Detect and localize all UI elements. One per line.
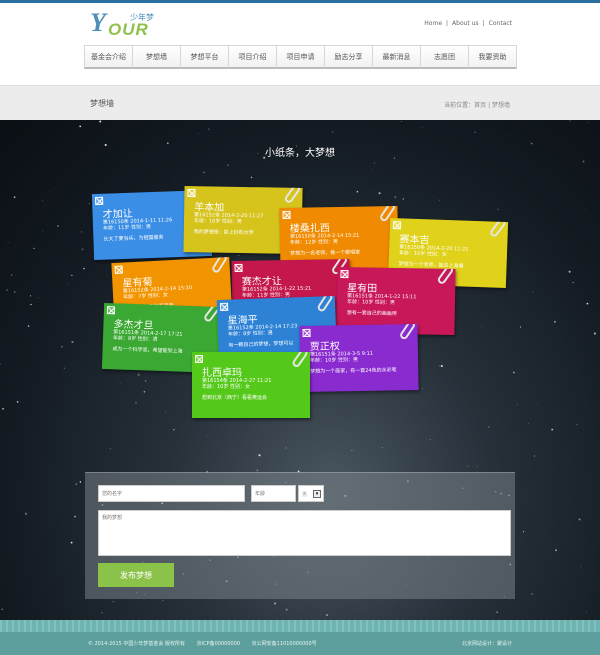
note-meta: 第16150条 2014-2-14 15:21 年龄：12岁 性别：男 — [290, 233, 360, 246]
note-meta: 第16151条 2014-2-17 17:21 年龄：8岁 性别：男 — [113, 329, 183, 343]
page-title: 梦想墙 — [90, 99, 114, 108]
logo-letter: Y — [90, 8, 106, 37]
link-sep: | — [482, 20, 485, 27]
nav-apply[interactable]: 项目申请 — [276, 45, 325, 69]
nav-inspiration[interactable]: 励志分享 — [324, 45, 373, 69]
note-wish: 长大了要当兵，为祖国服务 — [103, 234, 164, 243]
nav-volunteers[interactable]: 志愿团 — [420, 45, 469, 69]
image-placeholder-icon — [282, 210, 291, 219]
paperclip-icon — [290, 352, 310, 369]
note-wish: 我的梦想是：能上好的大学 — [193, 229, 254, 237]
nav-donate[interactable]: 我要资助 — [468, 45, 517, 69]
nav-projects[interactable]: 项目介绍 — [228, 45, 277, 69]
page: Y OUR 少年梦 Home | About us | Contact 基金会介绍 梦想… — [0, 0, 600, 655]
image-placeholder-icon — [302, 328, 311, 337]
note-meta: 第16150条 2014-2-20 11:21 年龄：10岁 性别：女 — [399, 244, 469, 258]
note-wish: 想到北京（西宁）看看奥运会 — [202, 395, 268, 401]
dream-form: 男 ▾ 发布梦想 — [85, 472, 515, 599]
note-wish: 梦想为一名老师，做一个歌唱家 — [290, 249, 361, 257]
note-age-gender: 年龄：7岁 性别：女 — [123, 292, 169, 301]
note-meta: 第16154条 2014-2-27 11:21 年龄：10岁 性别：女 — [202, 378, 271, 390]
name-input[interactable] — [98, 485, 245, 502]
note-wish: 有一颗自己的梦想，梦想可以 — [228, 340, 294, 349]
link-home[interactable]: Home — [424, 20, 442, 27]
note-age-gender: 年龄：10岁 性别：男 — [346, 299, 395, 306]
note-age-gender: 年龄：8岁 性别：男 — [227, 330, 273, 338]
note-age-gender: 年龄：8岁 性别：男 — [112, 335, 158, 343]
note-meta: 第16150条 2014-1-11 11:26 年龄：11岁 性别：男 — [103, 217, 173, 231]
image-placeholder-icon — [340, 270, 349, 279]
chevron-down-icon[interactable]: ▾ — [313, 490, 321, 498]
note-meta: 第16152条 2014-2-14 17:23 年龄：8岁 性别：男 — [228, 323, 298, 337]
note-age-gender: 年龄：12岁 性别：男 — [289, 239, 339, 246]
note-name: 扎西卓玛 — [202, 368, 242, 379]
image-placeholder-icon — [195, 355, 203, 363]
logo-cn: 少年梦 — [130, 13, 154, 22]
title-band: 梦想墙 当前位置：首页 | 梦想墙 — [0, 85, 600, 125]
paperclip-icon — [316, 295, 334, 313]
note-age-gender: 年龄：10岁 性别：男 — [309, 357, 359, 364]
main-nav: 基金会介绍 梦想墙 梦想平台 项目介绍 项目申请 励志分享 最新消息 志愿团 我… — [84, 45, 517, 69]
logo[interactable]: Y OUR 少年梦 — [90, 8, 160, 42]
note-meta: 第16151条 2014-1-22 15:11 年龄：10岁 性别：男 — [347, 293, 417, 306]
police-record: 京公网安备11010000000号 — [251, 641, 317, 647]
note-age-gender: 年龄：10岁 性别：男 — [193, 218, 242, 225]
nav-news[interactable]: 最新消息 — [372, 45, 421, 69]
submit-dream-button[interactable]: 发布梦想 — [98, 563, 174, 587]
image-placeholder-icon — [114, 265, 123, 274]
dream-note[interactable]: 扎西卓玛 第16154条 2014-2-27 11:21 年龄：10岁 性别：女想到… — [192, 352, 310, 418]
link-contact[interactable]: Contact — [489, 20, 512, 27]
note-wish: 想有一套自己的画画用 — [346, 310, 397, 318]
note-wish: 成为一个科学家，希望能到上海 — [112, 346, 183, 355]
note-meta: 第16151条 2014-3-5 9:11 年龄：10岁 性别：男 — [310, 351, 373, 364]
top-accent-line — [0, 0, 600, 3]
paperclip-icon — [436, 266, 455, 286]
dream-wall: 小纸条，大梦想 才加让 第16150条 2014-1-11 11:26 年龄：11岁… — [0, 120, 600, 620]
link-about[interactable]: About us — [452, 20, 479, 27]
age-input[interactable] — [251, 485, 296, 502]
note-meta: 第16152条 2014-2-14 15:10 年龄：7岁 性别：女 — [123, 285, 193, 301]
top-links: Home | About us | Contact — [422, 20, 514, 27]
image-placeholder-icon — [106, 306, 116, 315]
note-meta: 第16152条 2014-2-20 11:27 年龄：10岁 性别：男 — [194, 212, 264, 225]
image-placeholder-icon — [234, 263, 243, 272]
breadcrumb[interactable]: 当前位置：首页 | 梦想墙 — [444, 100, 510, 109]
paperclip-icon — [398, 323, 417, 341]
paperclip-icon — [283, 185, 302, 205]
image-placeholder-icon — [219, 302, 229, 311]
note-age-gender: 年龄：10岁 性别：女 — [398, 250, 447, 258]
footer: © 2014-2015 中国少年梦基金会 版权所有 京ICP备00000000 … — [0, 620, 600, 655]
paperclip-icon — [488, 217, 508, 239]
note-age-gender: 年龄：11岁 性别：男 — [102, 224, 152, 232]
dream-note[interactable]: 贾正权 第16151条 2014-3-5 9:11 年龄：10岁 性别：男 梦想为一个… — [299, 323, 419, 393]
note-wish: 梦想为一个画家，有一套24色的水彩笔 — [310, 367, 397, 375]
nav-dream-wall[interactable]: 梦想墙 — [132, 45, 181, 69]
nav-foundation[interactable]: 基金会介绍 — [84, 45, 133, 69]
image-placeholder-icon — [187, 189, 196, 198]
note-age-gender: 年龄：10岁 性别：女 — [202, 384, 250, 390]
gender-value: 男 — [302, 492, 308, 498]
paperclip-icon — [210, 256, 229, 275]
footer-pattern — [0, 620, 600, 632]
dream-textarea[interactable] — [98, 510, 511, 556]
design-credit[interactable]: 北京网站设计：聚设计 — [462, 640, 512, 647]
image-placeholder-icon — [392, 221, 402, 230]
nav-dream-platform[interactable]: 梦想平台 — [180, 45, 229, 69]
copyright: © 2014-2015 中国少年梦基金会 版权所有 — [88, 641, 186, 647]
icp-number: 京ICP备00000000 — [196, 641, 241, 647]
footer-text: © 2014-2015 中国少年梦基金会 版权所有 京ICP备00000000 … — [88, 640, 327, 647]
slogan: 小纸条，大梦想 — [265, 148, 335, 159]
gender-select[interactable]: 男 ▾ — [298, 485, 324, 502]
logo-wordmark: OUR — [108, 20, 149, 39]
image-placeholder-icon — [94, 196, 104, 205]
link-sep: | — [446, 20, 449, 27]
